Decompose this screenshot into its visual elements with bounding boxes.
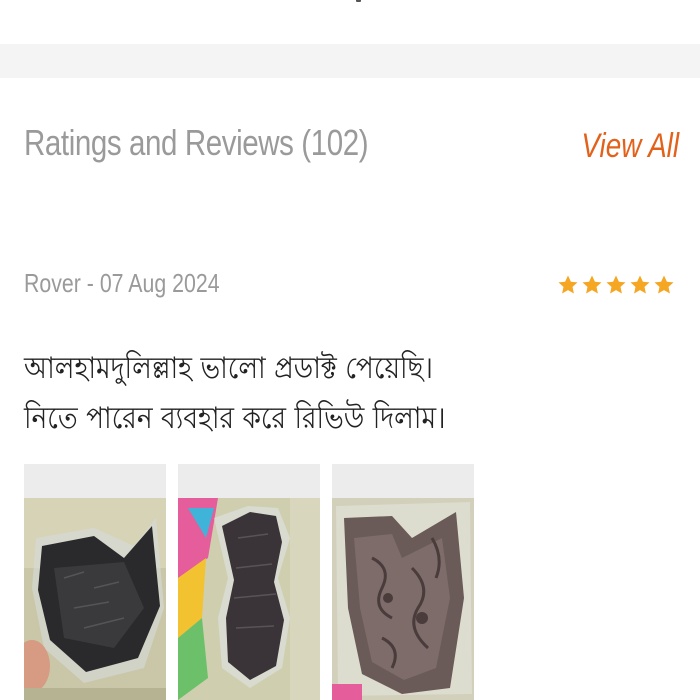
review-photos bbox=[24, 464, 484, 700]
star-icon bbox=[604, 268, 628, 302]
star-icon bbox=[628, 268, 652, 302]
view-all-link[interactable]: View All bbox=[581, 124, 679, 168]
star-icon bbox=[652, 268, 676, 302]
section-divider bbox=[0, 44, 700, 78]
review-rating-stars bbox=[556, 268, 676, 302]
product-reviews-page: Ratings and Reviews (102) View All Rover… bbox=[0, 0, 700, 700]
star-icon bbox=[580, 268, 604, 302]
review-photo-1[interactable] bbox=[24, 464, 166, 700]
star-icon bbox=[556, 268, 580, 302]
review-text-line: আলহামদুলিল্লাহ ভালো প্রডাক্ট পেয়েছি। bbox=[24, 351, 433, 386]
review-author-date: Rover - 07 Aug 2024 bbox=[24, 268, 220, 298]
review-text-line: নিতে পারেন ব্যবহার করে রিভিউ দিলাম। bbox=[24, 401, 446, 436]
ratings-reviews-title: Ratings and Reviews (102) bbox=[24, 122, 369, 163]
review-photo-2[interactable] bbox=[178, 464, 320, 700]
review-body: আলহামদুলিল্লাহ ভালো প্রডাক্ট পেয়েছি। নি… bbox=[24, 344, 446, 444]
review-photo-3[interactable] bbox=[332, 464, 474, 700]
previous-section-bottom bbox=[0, 0, 700, 44]
previous-section-fragment bbox=[356, 0, 361, 2]
